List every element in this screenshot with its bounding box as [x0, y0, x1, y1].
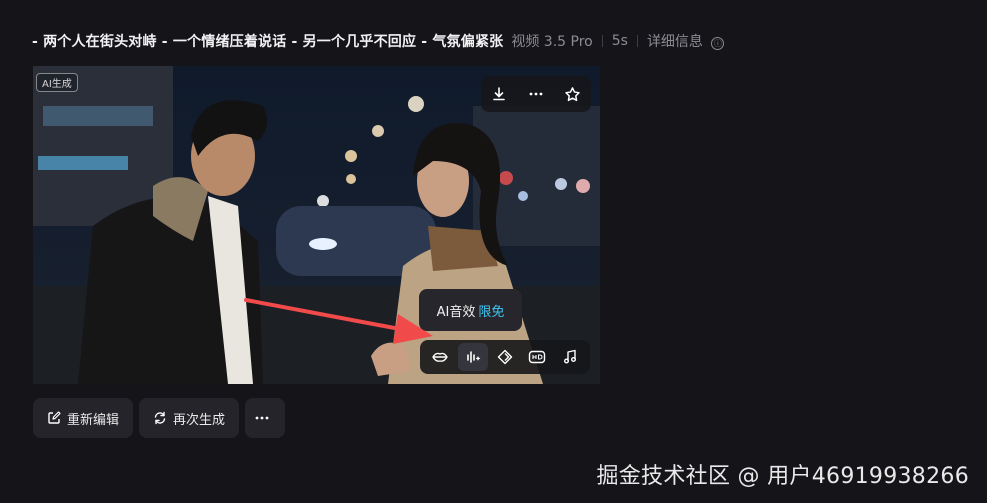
video-tools-bar	[420, 340, 590, 374]
action-bar: 重新编辑 再次生成	[33, 398, 286, 438]
video-frame	[33, 66, 600, 384]
music-button[interactable]	[555, 343, 585, 371]
video-toolbar	[481, 76, 591, 112]
ai-sound-tooltip: AI音效 限免	[419, 289, 522, 331]
divider	[636, 35, 638, 47]
more-options-button[interactable]	[522, 80, 550, 108]
ai-sound-button[interactable]	[457, 343, 488, 371]
tooltip-label: AI音效	[436, 304, 476, 320]
lip-sync-button[interactable]	[425, 343, 455, 371]
edit-icon	[48, 411, 61, 424]
more-icon	[529, 92, 543, 96]
prompt-text: - 两个人在街头对峙 - 一个情绪压着说话 - 另一个几乎不回应 - 气氛偏紧张	[32, 34, 504, 50]
music-icon	[563, 349, 576, 364]
frame-icon	[497, 349, 513, 365]
ai-generated-badge: AI生成	[36, 73, 78, 92]
more-actions-button[interactable]	[245, 398, 286, 438]
regenerate-label: 再次生成	[173, 412, 226, 428]
hd-button[interactable]	[522, 343, 552, 371]
watermark: 掘金技术社区 @ 用户46919938266	[596, 464, 969, 489]
regenerate-button[interactable]: 再次生成	[139, 398, 240, 438]
video-player[interactable]	[33, 66, 600, 384]
lip-sync-icon	[432, 352, 448, 362]
duration-label: 5s	[611, 33, 628, 49]
frame-button[interactable]	[490, 343, 520, 371]
free-tag: 限免	[478, 304, 505, 320]
info-icon: ⓘ	[711, 37, 725, 50]
download-icon	[493, 87, 506, 101]
reedit-button[interactable]: 重新编辑	[33, 398, 134, 438]
star-icon	[565, 86, 580, 101]
divider	[601, 35, 603, 47]
refresh-icon	[154, 411, 166, 425]
details-link[interactable]: 详细信息 ⓘ	[646, 31, 725, 51]
download-button[interactable]	[485, 80, 513, 108]
hd-icon	[529, 350, 546, 364]
model-label: 视频 3.5 Pro	[511, 34, 593, 50]
details-label: 详细信息	[646, 34, 703, 50]
favorite-button[interactable]	[559, 80, 587, 108]
ai-sound-icon	[466, 351, 480, 363]
prompt-header: - 两个人在街头对峙 - 一个情绪压着说话 - 另一个几乎不回应 - 气氛偏紧张…	[32, 30, 725, 52]
reedit-label: 重新编辑	[67, 412, 120, 428]
more-icon	[255, 416, 269, 420]
